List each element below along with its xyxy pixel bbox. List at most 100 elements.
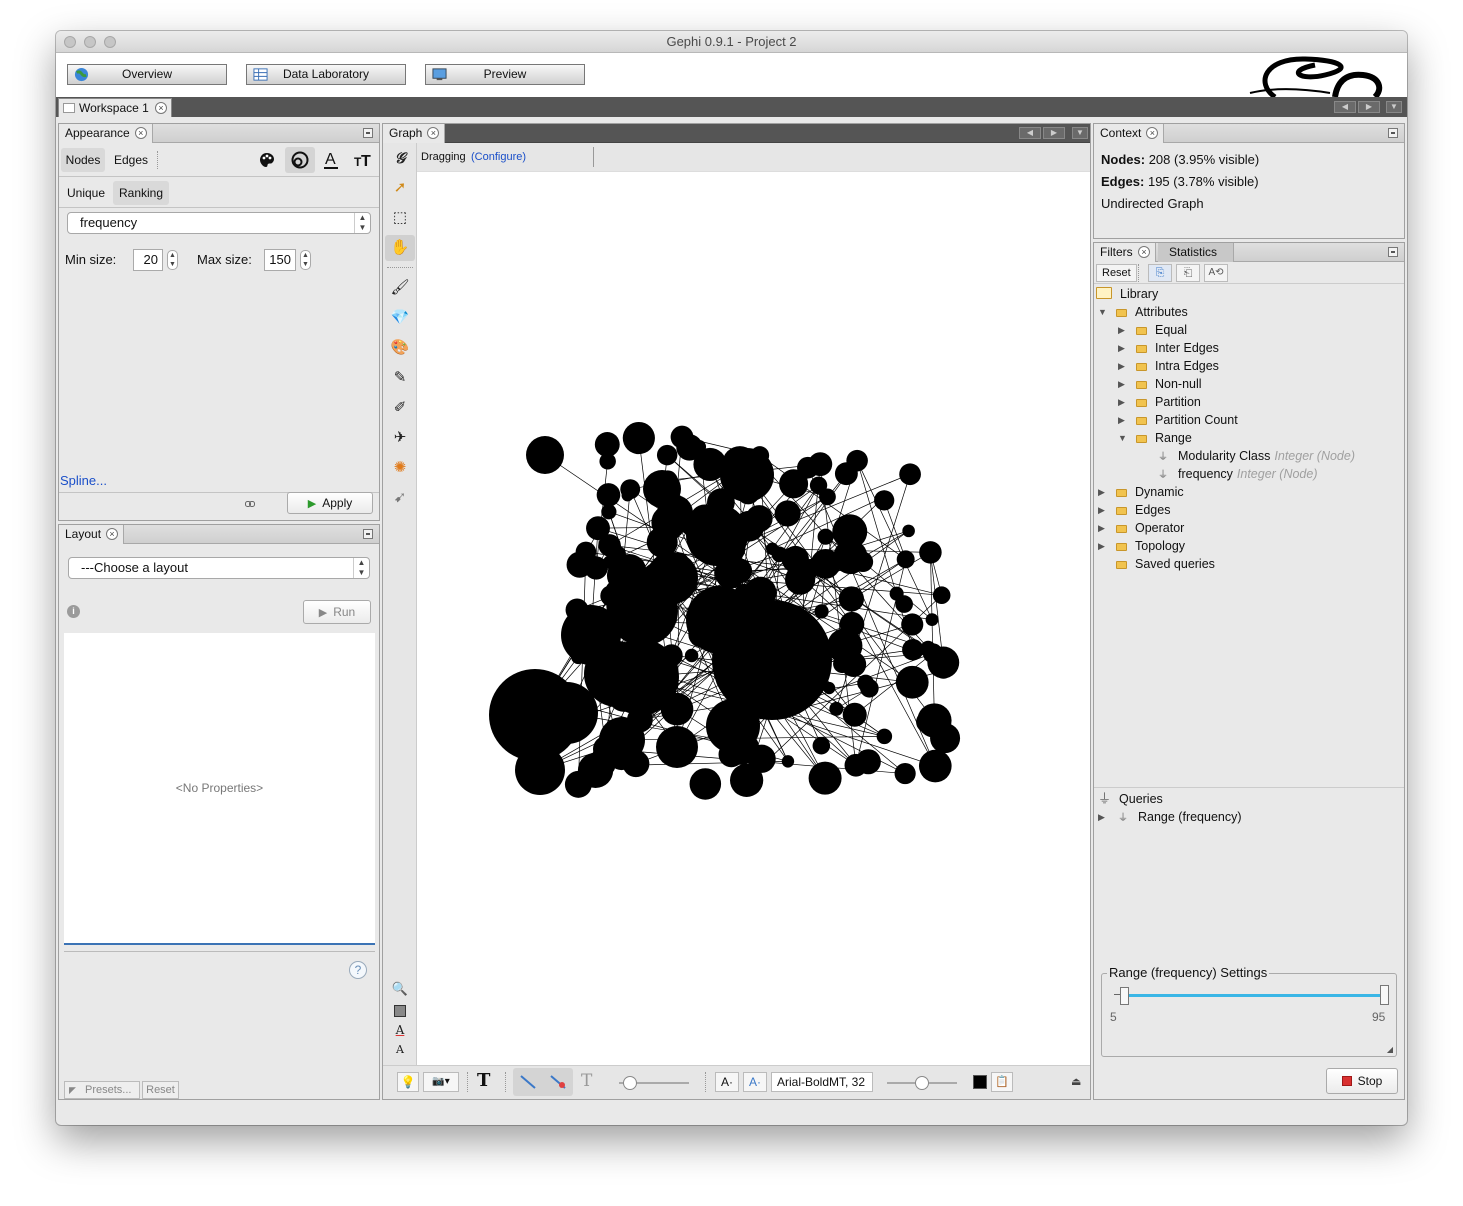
label-size-icon[interactable]: TT	[354, 151, 372, 169]
max-size-input[interactable]: 150	[264, 249, 296, 271]
graph-node[interactable]	[611, 546, 626, 561]
brush-icon[interactable]: 🖌	[385, 275, 415, 301]
filter-partition-count[interactable]: Partition Count	[1136, 411, 1238, 429]
graph-node[interactable]	[781, 755, 795, 768]
context-tab[interactable]: Context ×	[1094, 124, 1165, 143]
filters-reset-button[interactable]: Reset	[1096, 264, 1137, 282]
close-appearance-icon[interactable]: ×	[134, 127, 147, 139]
close-layout-icon[interactable]: ×	[106, 528, 119, 540]
close-graph-icon[interactable]: ×	[427, 127, 440, 139]
graph-node[interactable]	[797, 622, 811, 636]
graph-node[interactable]	[692, 440, 707, 454]
graph-next-button[interactable]: ▶	[1043, 127, 1065, 139]
shortest-path-icon[interactable]: ✈	[385, 425, 415, 451]
graph-node[interactable]	[607, 679, 641, 712]
filter-intra-edges[interactable]: Intra Edges	[1136, 357, 1219, 375]
label-font-size-icon[interactable]: A·	[715, 1072, 739, 1092]
info-icon[interactable]: i	[67, 605, 80, 618]
saved-queries-node[interactable]: Saved queries	[1116, 555, 1215, 573]
graph-node[interactable]	[846, 449, 868, 472]
graph-node[interactable]	[814, 604, 829, 619]
zoom-fit-icon[interactable]: 🔍	[385, 979, 415, 999]
close-window-button[interactable]	[64, 36, 76, 48]
range-slider-track[interactable]	[1122, 994, 1382, 997]
graph-node[interactable]	[684, 648, 699, 663]
graph-node[interactable]	[902, 524, 915, 538]
edge-pencil-icon[interactable]: ✐	[385, 395, 415, 421]
filter-equal[interactable]: Equal	[1136, 321, 1187, 339]
graph-node[interactable]	[572, 704, 595, 728]
painter-icon[interactable]: 🎨	[385, 335, 415, 361]
font-size-icon[interactable]: A	[385, 1041, 415, 1061]
graph-prev-button[interactable]: ◀	[1019, 127, 1041, 139]
graph-node[interactable]	[771, 657, 794, 680]
size-tool[interactable]	[285, 147, 315, 173]
expand-icon[interactable]: ▶	[1098, 487, 1105, 498]
edge-labels-icon[interactable]: T	[581, 1071, 592, 1091]
graph-node[interactable]	[578, 618, 598, 637]
graph-node[interactable]	[925, 613, 939, 627]
graph-node[interactable]	[839, 611, 865, 637]
graph-node[interactable]	[729, 763, 764, 797]
graph-node[interactable]	[653, 690, 673, 710]
minimize-context-icon[interactable]	[1388, 128, 1398, 138]
apply-button[interactable]: ▶ Apply	[287, 492, 373, 514]
data-laboratory-button[interactable]: Data Laboratory	[246, 64, 406, 85]
graph-node[interactable]	[842, 702, 867, 727]
attributes-node[interactable]: Attributes	[1116, 303, 1188, 321]
pencil-icon[interactable]: ✎	[385, 365, 415, 391]
graph-node[interactable]	[622, 421, 655, 455]
min-size-stepper[interactable]: ▲ ▼	[167, 250, 178, 270]
graph-node[interactable]	[564, 770, 592, 798]
graph-node[interactable]	[571, 649, 586, 665]
expand-icon[interactable]: ▶	[1118, 361, 1125, 372]
graph-node[interactable]	[653, 569, 666, 582]
presets-button[interactable]: ◤ Presets...	[64, 1081, 140, 1099]
graph-node[interactable]	[917, 703, 952, 738]
filter-modularity-class[interactable]: ⏚ Modularity Class Integer (Node)	[1158, 447, 1355, 467]
graph-node[interactable]	[894, 762, 916, 785]
graph-node[interactable]	[781, 545, 809, 574]
statistics-tab[interactable]: Statistics	[1158, 243, 1234, 262]
show-labels-icon[interactable]: T	[477, 1070, 490, 1091]
configure-link[interactable]: (Configure)	[471, 151, 526, 163]
expand-icon[interactable]: ▶	[1098, 505, 1105, 516]
filter-inter-edges[interactable]: Inter Edges	[1136, 339, 1219, 357]
graph-node[interactable]	[736, 480, 761, 505]
graph-node[interactable]	[748, 581, 774, 607]
graph-node[interactable]	[627, 706, 653, 733]
expand-icon[interactable]: ▶	[1118, 415, 1125, 426]
expand-icon[interactable]: ▶	[1118, 379, 1125, 390]
minimize-layout-icon[interactable]	[363, 529, 373, 539]
font-selector[interactable]: Arial-BoldMT, 32	[771, 1072, 873, 1092]
graph-node[interactable]	[600, 585, 622, 607]
graph-node[interactable]	[515, 745, 565, 795]
graph-node[interactable]	[844, 753, 868, 777]
light-bulb-icon[interactable]: 💡	[397, 1072, 419, 1092]
link-icon[interactable]	[245, 500, 255, 508]
edge-scale-slider-knob[interactable]	[623, 1076, 637, 1090]
graph-node[interactable]	[829, 701, 844, 716]
queries-root[interactable]: ⏚ Queries	[1098, 790, 1163, 808]
graph-node[interactable]	[656, 444, 678, 466]
workspace-next-button[interactable]: ▶	[1358, 101, 1380, 113]
expand-icon[interactable]: ▶	[1098, 541, 1105, 552]
save-query-icon[interactable]: ⎗	[1176, 264, 1200, 282]
unique-tab[interactable]: Unique	[61, 181, 111, 205]
gephi-tool-icon[interactable]: 𝒢	[385, 145, 415, 171]
graph-node[interactable]	[526, 436, 564, 474]
graph-node[interactable]	[857, 674, 875, 692]
heat-map-icon[interactable]: ✺	[385, 455, 415, 481]
expand-icon[interactable]: ▶	[1098, 523, 1105, 534]
graph-node[interactable]	[808, 761, 842, 795]
graph-node[interactable]	[620, 479, 641, 500]
graph-node[interactable]	[586, 516, 610, 541]
export-query-icon[interactable]: ⎘	[1148, 264, 1172, 282]
graph-node[interactable]	[599, 453, 616, 470]
layout-select[interactable]: ---Choose a layout ▲ ▼	[68, 557, 370, 579]
library-node[interactable]: Library	[1096, 285, 1158, 303]
label-color-mode-icon[interactable]: A·	[743, 1072, 767, 1092]
graph-node[interactable]	[714, 557, 746, 589]
graph-node[interactable]	[651, 504, 687, 540]
graph-node[interactable]	[823, 681, 836, 695]
